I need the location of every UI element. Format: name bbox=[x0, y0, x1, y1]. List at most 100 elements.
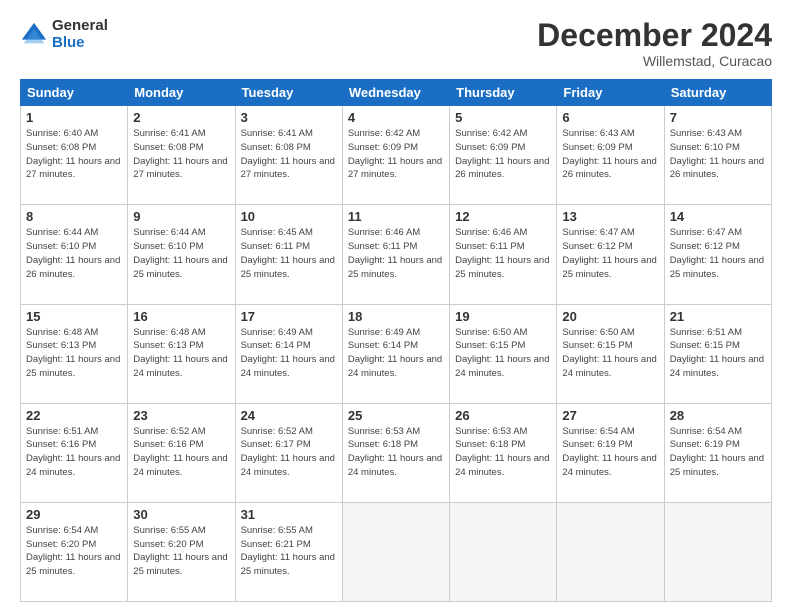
day-info: Sunrise: 6:44 AMSunset: 6:10 PMDaylight:… bbox=[133, 226, 229, 281]
table-row: 26 Sunrise: 6:53 AMSunset: 6:18 PMDayligh… bbox=[450, 403, 557, 502]
col-monday: Monday bbox=[128, 80, 235, 106]
day-info: Sunrise: 6:43 AMSunset: 6:10 PMDaylight:… bbox=[670, 127, 766, 182]
day-number: 29 bbox=[26, 507, 122, 522]
col-friday: Friday bbox=[557, 80, 664, 106]
col-wednesday: Wednesday bbox=[342, 80, 449, 106]
table-row bbox=[557, 502, 664, 601]
table-row: 18Sunrise: 6:49 AMSunset: 6:14 PMDayligh… bbox=[342, 304, 449, 403]
day-number: 10 bbox=[241, 209, 337, 224]
col-thursday: Thursday bbox=[450, 80, 557, 106]
logo-blue: Blue bbox=[52, 35, 108, 52]
day-info: Sunrise: 6:54 AMSunset: 6:19 PMDaylight:… bbox=[670, 425, 766, 480]
day-info: Sunrise: 6:41 AMSunset: 6:08 PMDaylight:… bbox=[241, 127, 337, 182]
day-info: Sunrise: 6:52 AMSunset: 6:16 PMDaylight:… bbox=[133, 425, 229, 480]
calendar-week-row: 22 Sunrise: 6:51 AMSunset: 6:16 PMDayligh… bbox=[21, 403, 772, 502]
calendar-week-row: 8Sunrise: 6:44 AMSunset: 6:10 PMDaylight… bbox=[21, 205, 772, 304]
day-number: 11 bbox=[348, 209, 444, 224]
day-number: 24 bbox=[241, 408, 337, 423]
day-info: Sunrise: 6:47 AMSunset: 6:12 PMDaylight:… bbox=[562, 226, 658, 281]
table-row: 23 Sunrise: 6:52 AMSunset: 6:16 PMDayligh… bbox=[128, 403, 235, 502]
table-row: 17Sunrise: 6:49 AMSunset: 6:14 PMDayligh… bbox=[235, 304, 342, 403]
day-info: Sunrise: 6:40 AMSunset: 6:08 PMDaylight:… bbox=[26, 127, 122, 182]
day-info: Sunrise: 6:55 AMSunset: 6:20 PMDaylight:… bbox=[133, 524, 229, 579]
col-tuesday: Tuesday bbox=[235, 80, 342, 106]
day-number: 26 bbox=[455, 408, 551, 423]
table-row: 5Sunrise: 6:42 AMSunset: 6:09 PMDaylight… bbox=[450, 106, 557, 205]
table-row: 14 Sunrise: 6:47 AMSunset: 6:12 PMDayligh… bbox=[664, 205, 771, 304]
day-info: Sunrise: 6:53 AMSunset: 6:18 PMDaylight:… bbox=[455, 425, 551, 480]
table-row: 31Sunrise: 6:55 AMSunset: 6:21 PMDayligh… bbox=[235, 502, 342, 601]
location: Willemstad, Curacao bbox=[537, 53, 772, 69]
day-number: 31 bbox=[241, 507, 337, 522]
day-info: Sunrise: 6:42 AMSunset: 6:09 PMDaylight:… bbox=[348, 127, 444, 182]
table-row: 30 Sunrise: 6:55 AMSunset: 6:20 PMDayligh… bbox=[128, 502, 235, 601]
table-row: 11 Sunrise: 6:46 AMSunset: 6:11 PMDayligh… bbox=[342, 205, 449, 304]
day-info: Sunrise: 6:54 AMSunset: 6:20 PMDaylight:… bbox=[26, 524, 122, 579]
day-number: 3 bbox=[241, 110, 337, 125]
day-number: 27 bbox=[562, 408, 658, 423]
day-number: 25 bbox=[348, 408, 444, 423]
day-number: 19 bbox=[455, 309, 551, 324]
table-row: 7 Sunrise: 6:43 AMSunset: 6:10 PMDaylight… bbox=[664, 106, 771, 205]
day-number: 13 bbox=[562, 209, 658, 224]
day-info: Sunrise: 6:49 AMSunset: 6:14 PMDaylight:… bbox=[241, 326, 337, 381]
month-title: December 2024 bbox=[537, 18, 772, 53]
day-number: 2 bbox=[133, 110, 229, 125]
title-section: December 2024 Willemstad, Curacao bbox=[537, 18, 772, 69]
day-info: Sunrise: 6:52 AMSunset: 6:17 PMDaylight:… bbox=[241, 425, 337, 480]
day-number: 15 bbox=[26, 309, 122, 324]
table-row: 3 Sunrise: 6:41 AMSunset: 6:08 PMDaylight… bbox=[235, 106, 342, 205]
day-number: 28 bbox=[670, 408, 766, 423]
calendar-body: 1 Sunrise: 6:40 AMSunset: 6:08 PMDaylight… bbox=[21, 106, 772, 602]
col-saturday: Saturday bbox=[664, 80, 771, 106]
table-row bbox=[342, 502, 449, 601]
day-info: Sunrise: 6:48 AMSunset: 6:13 PMDaylight:… bbox=[26, 326, 122, 381]
day-number: 21 bbox=[670, 309, 766, 324]
col-sunday: Sunday bbox=[21, 80, 128, 106]
day-info: Sunrise: 6:50 AMSunset: 6:15 PMDaylight:… bbox=[455, 326, 551, 381]
logo-icon bbox=[20, 21, 48, 49]
day-info: Sunrise: 6:48 AMSunset: 6:13 PMDaylight:… bbox=[133, 326, 229, 381]
table-row: 19 Sunrise: 6:50 AMSunset: 6:15 PMDayligh… bbox=[450, 304, 557, 403]
day-info: Sunrise: 6:46 AMSunset: 6:11 PMDaylight:… bbox=[348, 226, 444, 281]
day-number: 12 bbox=[455, 209, 551, 224]
table-row: 24 Sunrise: 6:52 AMSunset: 6:17 PMDayligh… bbox=[235, 403, 342, 502]
day-number: 14 bbox=[670, 209, 766, 224]
calendar-week-row: 15 Sunrise: 6:48 AMSunset: 6:13 PMDayligh… bbox=[21, 304, 772, 403]
day-info: Sunrise: 6:51 AMSunset: 6:16 PMDaylight:… bbox=[26, 425, 122, 480]
day-info: Sunrise: 6:47 AMSunset: 6:12 PMDaylight:… bbox=[670, 226, 766, 281]
day-number: 5 bbox=[455, 110, 551, 125]
table-row: 16 Sunrise: 6:48 AMSunset: 6:13 PMDayligh… bbox=[128, 304, 235, 403]
day-number: 1 bbox=[26, 110, 122, 125]
day-number: 6 bbox=[562, 110, 658, 125]
day-info: Sunrise: 6:44 AMSunset: 6:10 PMDaylight:… bbox=[26, 226, 122, 281]
header: General Blue December 2024 Willemstad, C… bbox=[20, 18, 772, 69]
calendar-week-row: 29 Sunrise: 6:54 AMSunset: 6:20 PMDayligh… bbox=[21, 502, 772, 601]
day-number: 20 bbox=[562, 309, 658, 324]
header-row: Sunday Monday Tuesday Wednesday Thursday… bbox=[21, 80, 772, 106]
table-row: 27Sunrise: 6:54 AMSunset: 6:19 PMDayligh… bbox=[557, 403, 664, 502]
day-info: Sunrise: 6:45 AMSunset: 6:11 PMDaylight:… bbox=[241, 226, 337, 281]
day-number: 23 bbox=[133, 408, 229, 423]
day-info: Sunrise: 6:46 AMSunset: 6:11 PMDaylight:… bbox=[455, 226, 551, 281]
day-number: 16 bbox=[133, 309, 229, 324]
day-info: Sunrise: 6:43 AMSunset: 6:09 PMDaylight:… bbox=[562, 127, 658, 182]
table-row bbox=[664, 502, 771, 601]
calendar-week-row: 1 Sunrise: 6:40 AMSunset: 6:08 PMDaylight… bbox=[21, 106, 772, 205]
logo: General Blue bbox=[20, 18, 108, 51]
logo-general: General bbox=[52, 18, 108, 35]
day-info: Sunrise: 6:51 AMSunset: 6:15 PMDaylight:… bbox=[670, 326, 766, 381]
day-number: 22 bbox=[26, 408, 122, 423]
calendar: Sunday Monday Tuesday Wednesday Thursday… bbox=[20, 79, 772, 602]
page: General Blue December 2024 Willemstad, C… bbox=[0, 0, 792, 612]
day-number: 30 bbox=[133, 507, 229, 522]
day-number: 7 bbox=[670, 110, 766, 125]
day-info: Sunrise: 6:50 AMSunset: 6:15 PMDaylight:… bbox=[562, 326, 658, 381]
table-row: 1 Sunrise: 6:40 AMSunset: 6:08 PMDaylight… bbox=[21, 106, 128, 205]
day-info: Sunrise: 6:41 AMSunset: 6:08 PMDaylight:… bbox=[133, 127, 229, 182]
table-row: 25Sunrise: 6:53 AMSunset: 6:18 PMDayligh… bbox=[342, 403, 449, 502]
table-row: 15 Sunrise: 6:48 AMSunset: 6:13 PMDayligh… bbox=[21, 304, 128, 403]
day-number: 9 bbox=[133, 209, 229, 224]
table-row: 4Sunrise: 6:42 AMSunset: 6:09 PMDaylight… bbox=[342, 106, 449, 205]
table-row: 22 Sunrise: 6:51 AMSunset: 6:16 PMDayligh… bbox=[21, 403, 128, 502]
